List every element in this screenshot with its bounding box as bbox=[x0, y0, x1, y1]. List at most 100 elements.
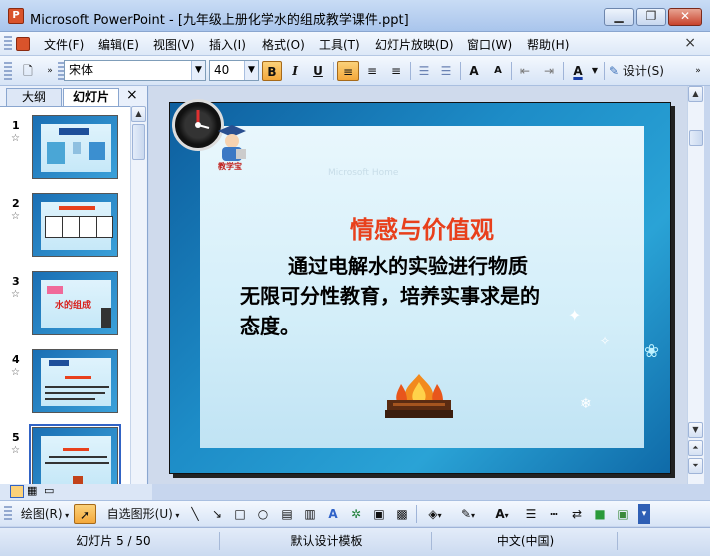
increase-indent-button[interactable]: ⇥ bbox=[539, 61, 559, 81]
font-size-combo[interactable]: 40 ▼ bbox=[209, 60, 259, 81]
toolbar-grip[interactable] bbox=[4, 62, 12, 80]
menu-file[interactable]: 文件(F) bbox=[44, 36, 84, 53]
grow-font-button[interactable]: A bbox=[464, 61, 484, 81]
line-style-button[interactable]: ☰ bbox=[521, 504, 541, 524]
font-size-value: 40 bbox=[214, 63, 230, 77]
chevron-down-icon: ▾ bbox=[172, 511, 180, 520]
slide-thumbnail[interactable] bbox=[32, 193, 118, 257]
toolbar-options-button[interactable]: » bbox=[44, 61, 56, 81]
thumbnail-list[interactable]: 1 ☆ 2 ☆ 3 ☆ 水的组成 4 ☆ 5 ☆ bbox=[0, 106, 130, 484]
restore-button[interactable]: ❐ bbox=[636, 8, 666, 26]
next-slide-button[interactable]: ⏷ bbox=[688, 458, 703, 474]
slideshow-button[interactable]: ▭ bbox=[44, 485, 58, 498]
menu-bar: 文件(F) 编辑(E) 视图(V) 插入(I) 格式(O) 工具(T) 幻灯片放… bbox=[0, 32, 710, 56]
scroll-up-button[interactable]: ▲ bbox=[131, 106, 146, 122]
3d-style-button[interactable]: ▣ bbox=[613, 504, 633, 524]
slide-thumbnail-selected[interactable] bbox=[29, 424, 121, 484]
current-slide[interactable]: Microsoft Home 情感与价值观 通过电解水的实验进行物质 无限可分性… bbox=[169, 99, 671, 474]
design-icon: ✎ bbox=[609, 64, 620, 78]
dash-style-button[interactable]: ┅ bbox=[544, 504, 564, 524]
shrink-font-icon: A bbox=[494, 65, 502, 76]
shrink-font-button[interactable]: A bbox=[488, 61, 508, 81]
design-template[interactable]: 默认设计模板 bbox=[222, 532, 432, 550]
menu-tools[interactable]: 工具(T) bbox=[319, 36, 360, 53]
picture-button[interactable]: ▩ bbox=[392, 504, 412, 524]
menu-window[interactable]: 窗口(W) bbox=[467, 36, 512, 53]
rectangle-icon: □ bbox=[234, 507, 246, 521]
close-button[interactable]: ✕ bbox=[668, 8, 702, 26]
slide-thumbnail[interactable]: 水的组成 bbox=[32, 271, 118, 335]
previous-slide-button[interactable]: ⏶ bbox=[688, 440, 703, 456]
bullets-button[interactable]: ☰ bbox=[436, 61, 456, 81]
align-center-button[interactable]: ≡ bbox=[361, 61, 383, 81]
design-button[interactable]: ✎ 设计(S) bbox=[609, 61, 671, 81]
menu-view[interactable]: 视图(V) bbox=[153, 36, 195, 53]
slide-editing-area[interactable]: Microsoft Home 情感与价值观 通过电解水的实验进行物质 无限可分性… bbox=[149, 86, 687, 484]
menu-format[interactable]: 格式(O) bbox=[262, 36, 305, 53]
draw-menu-button[interactable]: 绘图(R) ▾ bbox=[16, 504, 74, 524]
chevron-down-icon[interactable]: ▼ bbox=[191, 61, 205, 80]
toolbar-options-button-3[interactable]: ▾ bbox=[638, 504, 650, 524]
arrow-button[interactable]: ↘ bbox=[208, 504, 226, 524]
diagram-button[interactable]: ✲ bbox=[346, 504, 366, 524]
numbered-list-icon: ☰ bbox=[418, 64, 430, 78]
slide-heading[interactable]: 情感与价值观 bbox=[200, 210, 644, 245]
menu-help[interactable]: 帮助(H) bbox=[527, 36, 569, 53]
slide-thumbnail[interactable] bbox=[32, 349, 118, 413]
chevron-down-icon[interactable]: ▼ bbox=[244, 61, 258, 80]
slide-body-line[interactable]: 无限可分性教育，培养实事求是的 bbox=[240, 280, 540, 309]
bold-button[interactable]: B bbox=[262, 61, 282, 81]
pane-close-button[interactable]: × bbox=[126, 87, 138, 103]
slide-scrollbar[interactable]: ▲ ▼ ⏶ ⏷ bbox=[687, 86, 704, 484]
chevron-down-icon: » bbox=[47, 66, 53, 76]
document-icon[interactable] bbox=[16, 37, 30, 51]
align-right-button[interactable]: ≡ bbox=[385, 61, 407, 81]
italic-button[interactable]: I bbox=[285, 61, 305, 81]
scroll-thumb[interactable] bbox=[132, 124, 145, 160]
menu-grip[interactable] bbox=[4, 36, 12, 52]
scroll-up-button[interactable]: ▲ bbox=[688, 86, 703, 102]
new-file-button[interactable]: 🗋 bbox=[18, 61, 38, 81]
textbox-button[interactable]: ▤ bbox=[277, 504, 297, 524]
fill-color-button[interactable]: ◈▾ bbox=[420, 504, 450, 524]
chevron-down-icon: ▾ bbox=[641, 509, 647, 519]
minimize-button[interactable]: ▁ bbox=[604, 8, 634, 26]
slide-sorter-button[interactable]: ▦ bbox=[27, 485, 41, 498]
font-color-dropdown[interactable]: ▼ bbox=[590, 61, 600, 81]
tab-outline[interactable]: 大纲 bbox=[6, 88, 62, 106]
menu-insert[interactable]: 插入(I) bbox=[209, 36, 246, 53]
line-color-button[interactable]: ✎▾ bbox=[453, 504, 483, 524]
align-left-button[interactable]: ≡ bbox=[337, 61, 359, 81]
slide-body-line[interactable]: 通过电解水的实验进行物质 bbox=[288, 250, 528, 279]
toolbar-options-button-2[interactable]: » bbox=[692, 61, 704, 81]
toolbar-grip[interactable] bbox=[4, 506, 12, 522]
clipart-button[interactable]: ▣ bbox=[369, 504, 389, 524]
tab-slides[interactable]: 幻灯片 bbox=[63, 88, 119, 106]
decrease-indent-button[interactable]: ⇤ bbox=[515, 61, 535, 81]
vertical-textbox-button[interactable]: ▥ bbox=[300, 504, 320, 524]
font-color-button[interactable]: A bbox=[567, 61, 589, 81]
slide-body-line[interactable]: 态度。 bbox=[240, 310, 300, 339]
scroll-down-button[interactable]: ▼ bbox=[688, 422, 703, 438]
normal-view-button[interactable] bbox=[10, 485, 24, 498]
oval-button[interactable]: ○ bbox=[253, 504, 273, 524]
numbering-button[interactable]: ☰ bbox=[414, 61, 434, 81]
draw-font-color-button[interactable]: A▾ bbox=[487, 504, 517, 524]
powerpoint-icon[interactable]: P bbox=[8, 8, 24, 24]
slide-thumbnail[interactable] bbox=[32, 115, 118, 179]
line-button[interactable]: ╲ bbox=[186, 504, 204, 524]
fireplace-icon[interactable] bbox=[383, 370, 455, 420]
underline-button[interactable]: U bbox=[308, 61, 328, 81]
wordart-button[interactable]: A bbox=[323, 504, 343, 524]
arrow-style-button[interactable]: ⇄ bbox=[567, 504, 587, 524]
shadow-style-button[interactable]: ■ bbox=[590, 504, 610, 524]
document-close-button[interactable]: × bbox=[684, 35, 696, 51]
thumbnail-scrollbar[interactable]: ▲ bbox=[130, 106, 146, 484]
menu-slideshow[interactable]: 幻灯片放映(D) bbox=[375, 36, 454, 53]
rectangle-button[interactable]: □ bbox=[230, 504, 250, 524]
scroll-thumb[interactable] bbox=[689, 130, 703, 146]
select-objects-button[interactable]: ➚ bbox=[74, 504, 96, 524]
menu-edit[interactable]: 编辑(E) bbox=[98, 36, 139, 53]
autoshapes-button[interactable]: 自选图形(U) ▾ bbox=[104, 504, 182, 524]
font-name-combo[interactable]: 宋体 ▼ bbox=[64, 60, 206, 81]
